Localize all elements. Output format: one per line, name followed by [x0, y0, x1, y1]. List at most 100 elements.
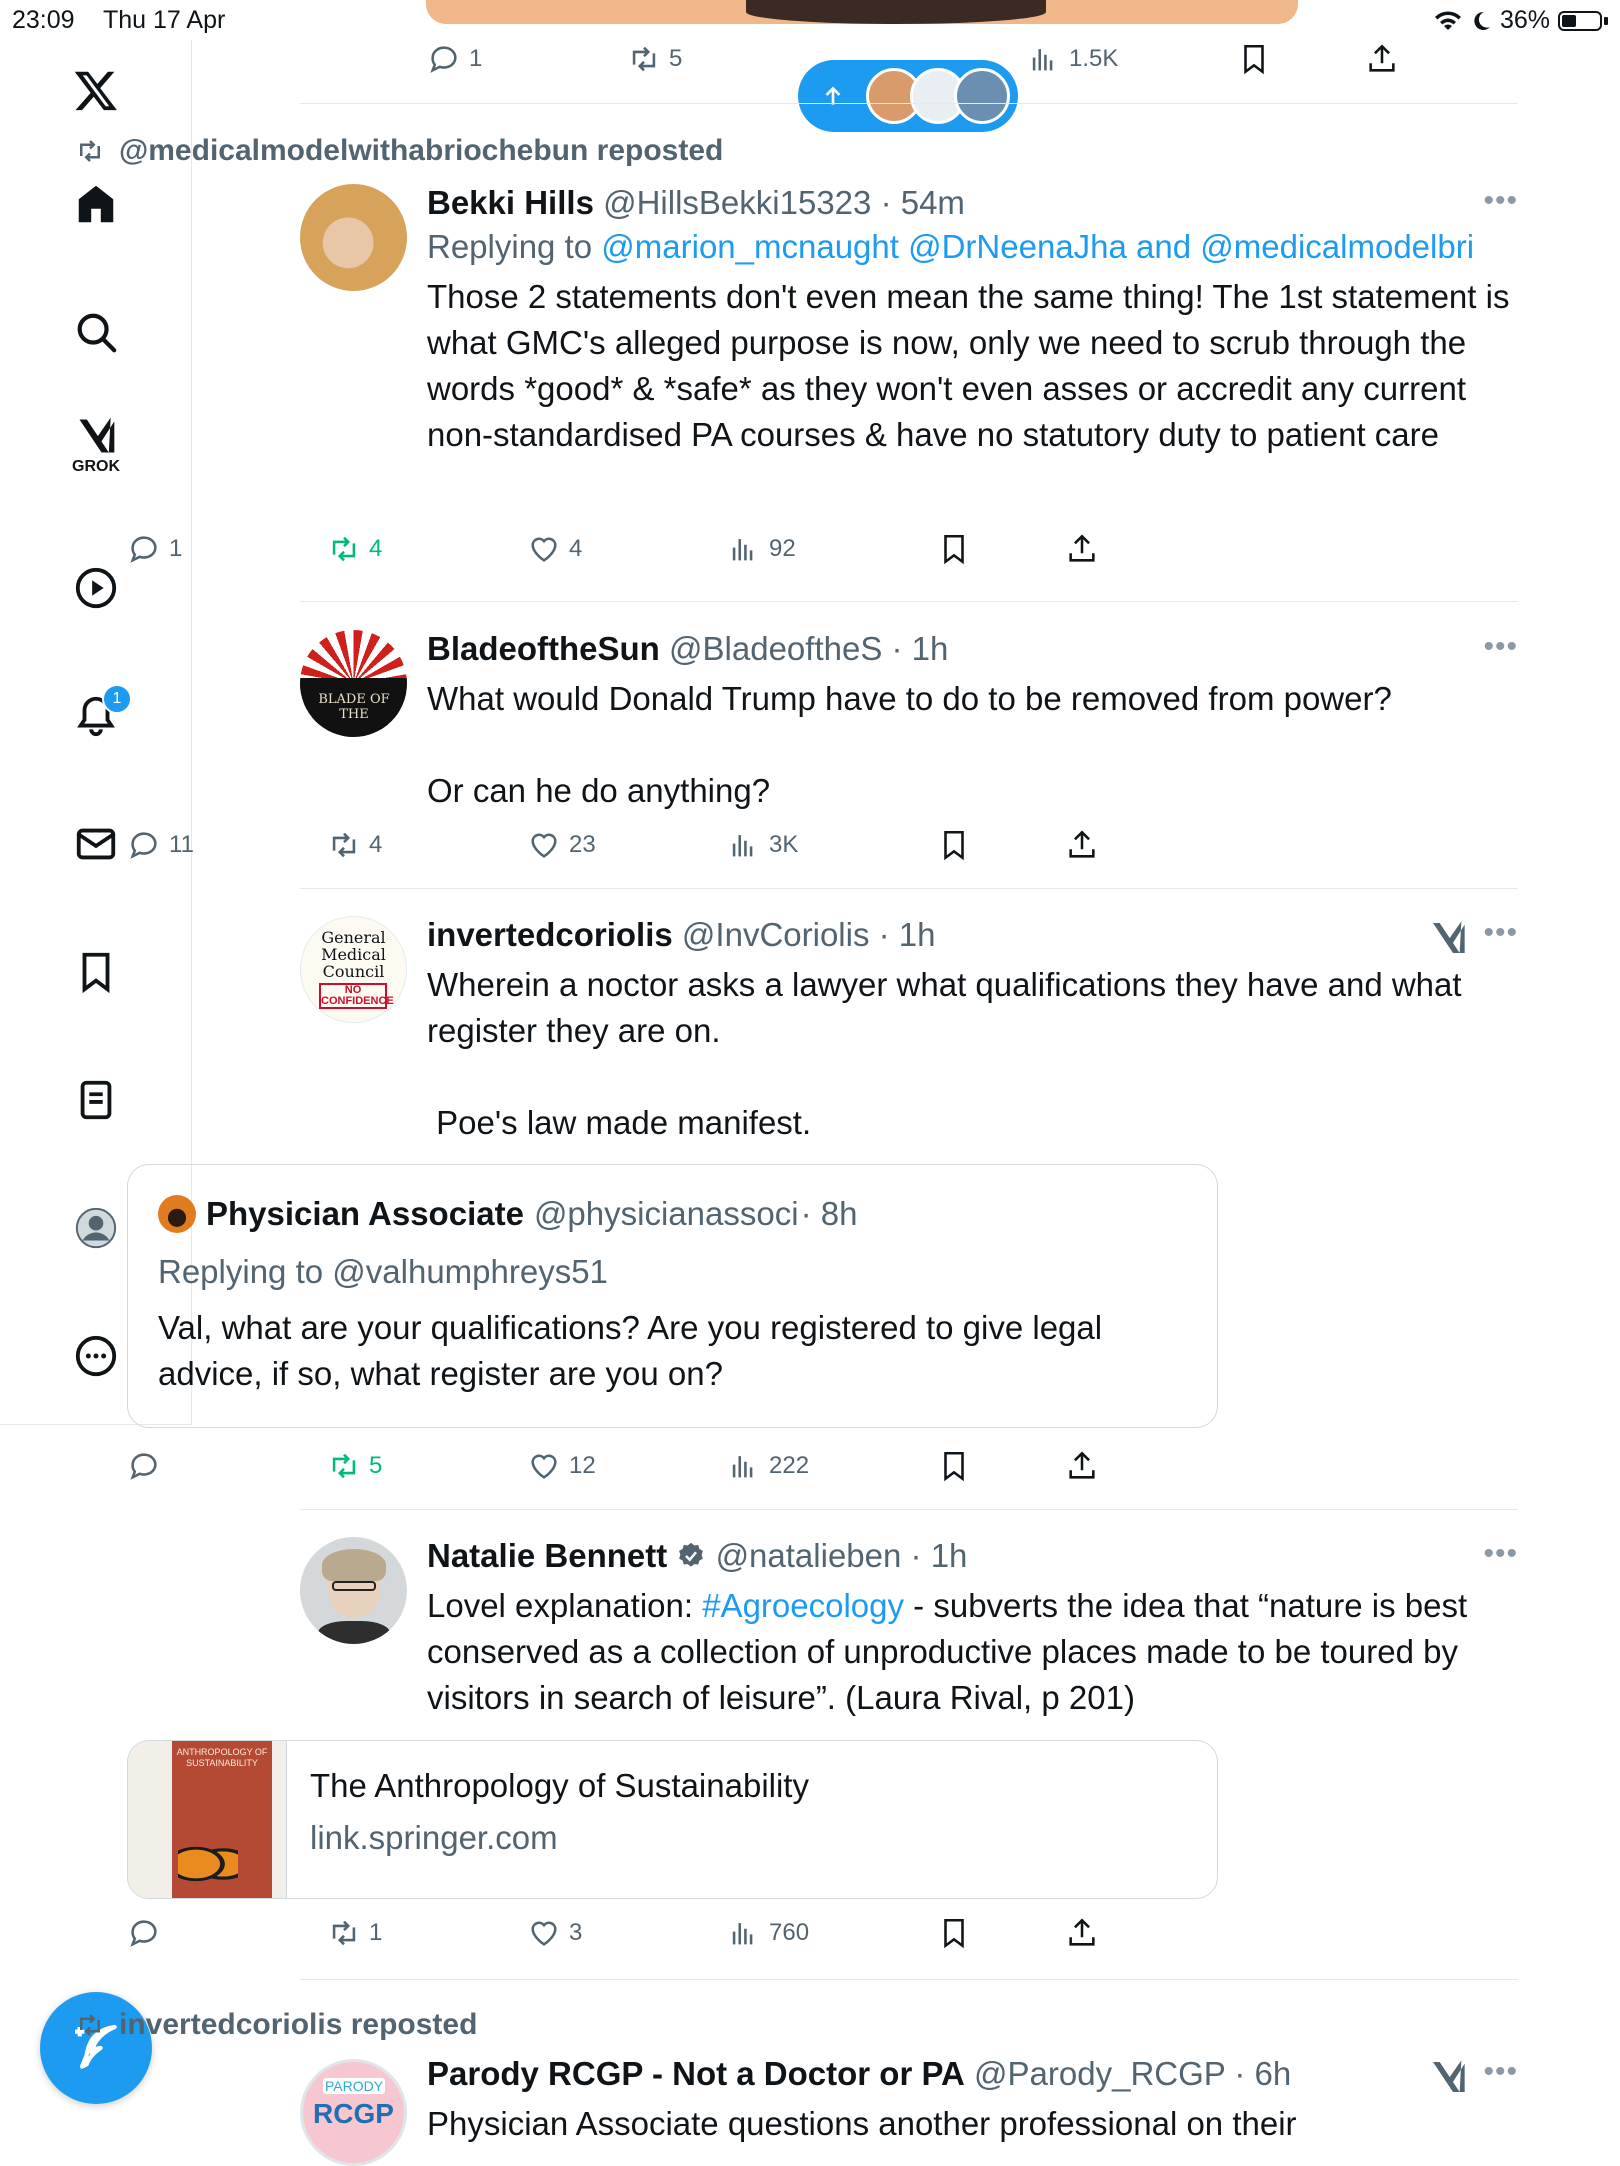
author-handle[interactable]: @InvCoriolis — [682, 916, 870, 953]
quote-author-handle[interactable]: @physicianassoci — [534, 1195, 799, 1233]
like-count: 4 — [569, 535, 583, 562]
replying-to: Replying to @marion_mcnaught @DrNeenaJha… — [427, 228, 1518, 266]
grok-icon[interactable]: GROK — [70, 417, 122, 475]
views-button[interactable]: 760 — [727, 1916, 809, 1950]
avatar[interactable]: General Medical Council NO CONFIDENCE — [300, 916, 407, 1023]
author-name[interactable]: invertedcoriolis — [427, 916, 673, 953]
repost-button[interactable]: 1 — [327, 1916, 382, 1950]
tweet-time[interactable]: · 1h — [911, 1537, 968, 1574]
repost-count: 4 — [369, 831, 383, 858]
reply-button[interactable] — [127, 1449, 169, 1483]
quoted-tweet[interactable]: Physician Associate @physicianassoci · 8… — [127, 1164, 1218, 1428]
link-card[interactable]: ANTHROPOLOGY OF SUSTAINABILITY The Anthr… — [127, 1740, 1218, 1899]
tweet-time[interactable]: · 1h — [892, 630, 949, 667]
author-name[interactable]: BladeoftheSun — [427, 630, 660, 667]
bookmarks-icon[interactable] — [70, 946, 122, 998]
profile-icon[interactable] — [70, 1202, 122, 1254]
bookmark-button[interactable] — [937, 1449, 971, 1483]
quote-time[interactable]: · 8h — [801, 1195, 858, 1233]
quote-author-name[interactable]: Physician Associate — [206, 1195, 524, 1233]
hashtag-link[interactable]: #Agroecology — [702, 1587, 904, 1624]
grok-icon[interactable] — [1428, 2057, 1468, 2097]
tweet-time[interactable]: · 6h — [1234, 2055, 1291, 2092]
author-handle[interactable]: @HillsBekki15323 — [603, 184, 871, 221]
more-options-icon[interactable]: ••• — [1483, 1537, 1518, 1571]
divider — [300, 601, 1518, 602]
share-button[interactable] — [1365, 42, 1399, 76]
video-icon[interactable] — [70, 562, 122, 614]
reply-count: 1 — [469, 45, 483, 72]
avatar-text: BLADE OF THE — [318, 692, 390, 722]
share-button[interactable] — [1065, 828, 1099, 862]
bookmark-button[interactable] — [1237, 42, 1271, 76]
quote-replying-prefix: Replying to — [158, 1253, 324, 1290]
avatar[interactable]: PARODY RCGP — [300, 2059, 407, 2166]
notifications-icon[interactable]: 1 — [70, 684, 132, 742]
reply-button[interactable] — [127, 1916, 169, 1950]
quote-replying-user[interactable]: @valhumphreys51 — [332, 1253, 608, 1290]
bookmark-button[interactable] — [937, 828, 971, 862]
reply-button[interactable]: 1 — [127, 532, 182, 566]
share-button[interactable] — [1065, 532, 1099, 566]
avatar[interactable] — [300, 1537, 407, 1644]
repost-button[interactable]: 4 — [327, 828, 382, 862]
moon-icon — [1474, 11, 1490, 30]
author-handle[interactable]: @Parody_RCGP — [974, 2055, 1225, 2092]
views-icon — [732, 539, 753, 561]
repost-button[interactable]: 4 — [327, 532, 382, 566]
bookmark-button[interactable] — [937, 532, 971, 566]
like-button[interactable]: 12 — [527, 1449, 596, 1483]
more-options-icon[interactable] — [70, 1330, 122, 1382]
home-icon[interactable] — [70, 178, 122, 230]
more-options-icon[interactable]: ••• — [1483, 184, 1518, 218]
notification-badge: 1 — [102, 684, 132, 714]
avatar[interactable]: BLADE OF THE — [300, 630, 407, 737]
views-button[interactable]: 3K — [727, 828, 798, 862]
author-name[interactable]: Natalie Bennett — [427, 1537, 667, 1574]
author-handle[interactable]: @natalieben — [716, 1537, 902, 1574]
views-button[interactable]: 1.5K — [1027, 42, 1118, 76]
repost-icon — [332, 832, 356, 858]
avatar[interactable] — [300, 184, 407, 291]
share-button[interactable] — [1065, 1449, 1099, 1483]
new-posts-pill[interactable] — [798, 60, 1018, 132]
tweet-time[interactable]: · 54m — [881, 184, 965, 221]
views-icon — [732, 1923, 753, 1945]
like-count: 23 — [569, 831, 596, 858]
share-icon — [1069, 1918, 1095, 1946]
battery-icon — [1558, 10, 1602, 31]
status-indicators: 36% — [1434, 6, 1608, 35]
search-icon[interactable] — [70, 306, 122, 358]
author-name[interactable]: Bekki Hills — [427, 184, 594, 221]
repost-icon — [80, 2014, 100, 2036]
share-button[interactable] — [1065, 1916, 1099, 1950]
x-logo-icon[interactable] — [70, 64, 122, 116]
bookmark-button[interactable] — [937, 1916, 971, 1950]
reply-button[interactable]: 11 — [127, 828, 194, 862]
repost-button[interactable]: 5 — [327, 1449, 382, 1483]
reply-button[interactable]: 1 — [427, 42, 482, 76]
views-button[interactable]: 92 — [727, 532, 796, 566]
tweet-time[interactable]: · 1h — [879, 916, 936, 953]
lists-icon[interactable] — [70, 1074, 122, 1126]
grok-icon[interactable] — [1428, 918, 1468, 958]
divider — [300, 1509, 1518, 1510]
repost-by-label: invertedcoriolis reposted — [119, 2008, 478, 2041]
views-icon — [732, 1456, 753, 1478]
more-options-icon[interactable]: ••• — [1483, 2055, 1518, 2089]
like-button[interactable]: 23 — [527, 828, 596, 862]
replying-to-users[interactable]: @marion_mcnaught @DrNeenaJha and @medica… — [601, 228, 1474, 265]
like-button[interactable]: 4 — [527, 532, 582, 566]
author-name[interactable]: Parody RCGP - Not a Doctor or PA — [427, 2055, 965, 2092]
quote-avatar[interactable] — [158, 1195, 196, 1233]
avatar-rcgp-label: RCGP — [313, 2098, 394, 2129]
more-options-icon[interactable]: ••• — [1483, 630, 1518, 664]
repost-button[interactable]: 5 — [627, 42, 682, 76]
like-button[interactable]: 3 — [527, 1916, 582, 1950]
views-button[interactable]: 222 — [727, 1449, 809, 1483]
reply-icon — [130, 536, 157, 563]
messages-icon[interactable] — [70, 818, 122, 870]
more-options-icon[interactable]: ••• — [1483, 916, 1518, 950]
repost-indicator: @medicalmodelwithabriochebun reposted — [75, 134, 723, 168]
author-handle[interactable]: @BladeoftheS — [669, 630, 882, 667]
